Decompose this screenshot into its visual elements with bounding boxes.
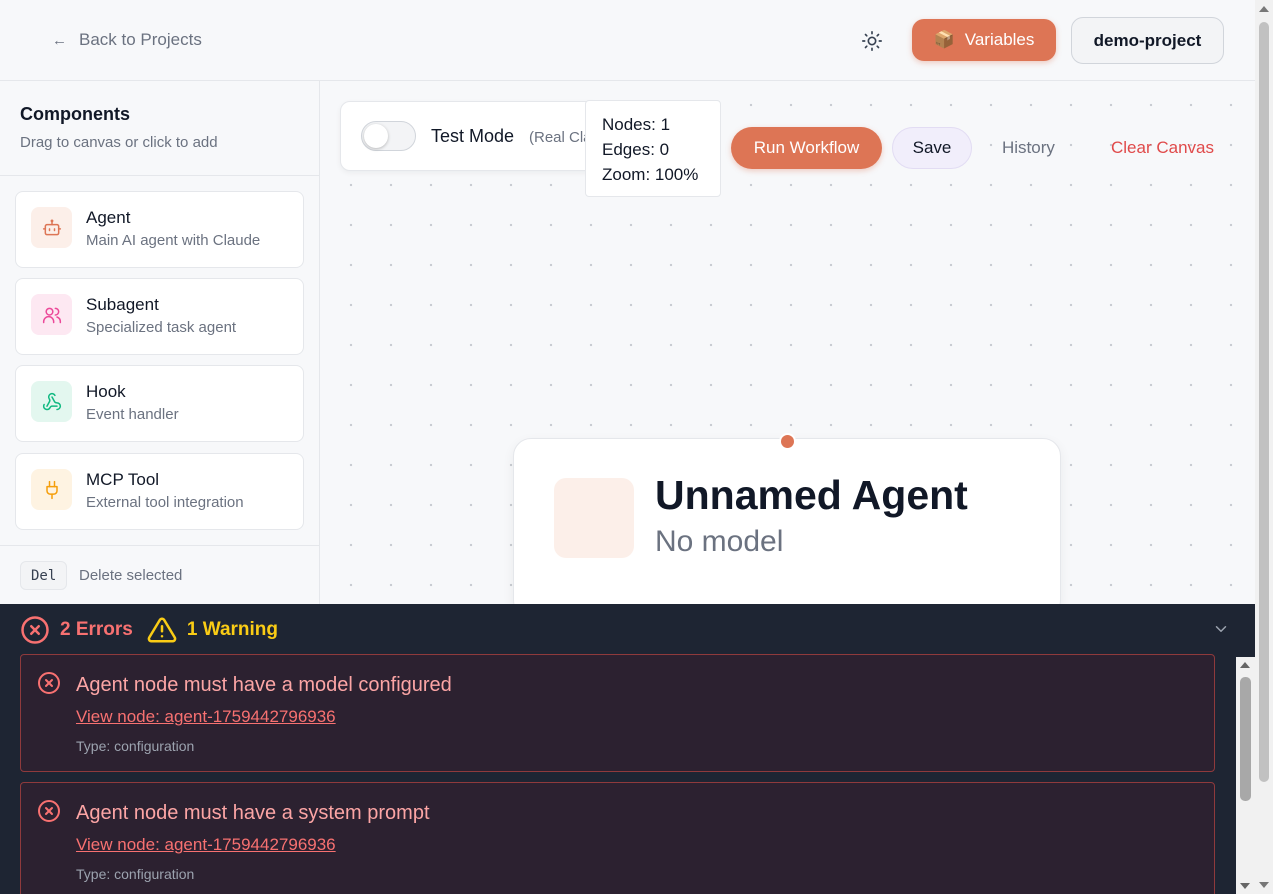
error-item: Agent node must have a model configured … [20,654,1215,772]
scroll-down-arrow-icon[interactable] [1259,882,1269,888]
error-message: Agent node must have a model configured [76,674,452,696]
theme-toggle-button[interactable] [858,27,886,55]
component-description: Event handler [86,406,179,423]
error-type: Type: configuration [76,738,195,754]
error-item: Agent node must have a system prompt Vie… [20,782,1215,894]
users-icon [31,294,72,335]
agent-node-icon [554,478,634,558]
scroll-up-arrow-icon[interactable] [1240,662,1250,668]
scroll-down-arrow-icon[interactable] [1240,883,1250,889]
sidebar-subtitle: Drag to canvas or click to add [20,134,218,151]
save-button[interactable]: Save [892,127,972,169]
view-node-link[interactable]: View node: agent-1759442796936 [76,835,336,855]
validation-panel: 2 Errors 1 Warning Agent node must have … [0,604,1255,894]
error-circle-icon [38,672,60,694]
view-node-link[interactable]: View node: agent-1759442796936 [76,707,336,727]
component-item-mcp-tool[interactable]: MCP Tool External tool integration [15,453,304,530]
component-description: Main AI agent with Claude [86,232,261,249]
errors-count: 2 Errors [60,619,133,640]
component-name: Agent [86,208,131,227]
component-item-hook[interactable]: Hook Event handler [15,365,304,442]
delete-shortcut-key: Del [20,561,68,590]
component-name: MCP Tool [86,470,160,489]
history-button[interactable]: History [1002,138,1055,158]
chevron-down-icon[interactable] [1210,620,1232,638]
nodes-count: Nodes: 1 [602,115,671,134]
scrollbar-thumb[interactable] [1259,22,1269,782]
page-scrollbar[interactable] [1255,0,1273,894]
component-description: Specialized task agent [86,319,237,336]
component-item-subagent[interactable]: Subagent Specialized task agent [15,278,304,355]
divider [0,175,319,176]
panel-scrollbar[interactable] [1236,657,1255,894]
back-label: Back to Projects [79,30,202,49]
error-message: Agent node must have a system prompt [76,802,430,824]
test-mode-toggle[interactable] [361,121,416,151]
back-to-projects-link[interactable]: ← Back to Projects [52,30,202,50]
edges-count: Edges: 0 [602,140,670,159]
project-selector-button[interactable]: demo-project [1071,17,1224,64]
error-circle-icon [21,616,49,644]
sidebar-title: Components [20,104,130,124]
validation-summary[interactable]: 2 Errors 1 Warning [20,615,278,645]
canvas-stats-panel: Nodes: 1 Edges: 0 Zoom: 100% [585,100,721,197]
bot-icon [31,207,72,248]
test-mode-subtitle: (Real Cla [529,129,592,146]
sun-icon [862,31,882,51]
variables-label: Variables [964,30,1035,49]
component-item-agent[interactable]: Agent Main AI agent with Claude [15,191,304,268]
top-bar: ← Back to Projects 📦 Variables demo-proj… [0,0,1255,81]
node-input-handle[interactable] [779,433,796,450]
error-type: Type: configuration [76,866,195,882]
test-mode-label: Test Mode [431,126,515,146]
agent-node[interactable]: Unnamed Agent No model [513,438,1061,604]
warning-triangle-icon [147,617,177,643]
node-model: No model [655,525,784,558]
delete-shortcut-description: Delete selected [79,567,183,584]
scrollbar-thumb[interactable] [1240,677,1251,801]
arrow-left-icon: ← [52,31,67,49]
component-name: Hook [86,382,126,401]
package-icon: 📦 [933,30,955,49]
divider [0,545,319,546]
clear-canvas-button[interactable]: Clear Canvas [1111,138,1214,158]
run-workflow-button[interactable]: Run Workflow [731,127,882,169]
toggle-knob [364,124,388,148]
component-name: Subagent [86,295,159,314]
variables-button[interactable]: 📦 Variables [912,19,1056,61]
scroll-up-arrow-icon[interactable] [1259,6,1269,12]
test-mode-card: Test Mode (Real Cla [340,101,602,171]
component-description: External tool integration [86,494,244,511]
workflow-canvas[interactable]: Test Mode (Real Cla Nodes: 1 Edges: 0 Zo… [320,81,1255,604]
plug-icon [31,469,72,510]
webhook-icon [31,381,72,422]
node-title: Unnamed Agent [655,472,968,518]
error-circle-icon [38,800,60,822]
warnings-count: 1 Warning [186,619,279,640]
components-sidebar: Components Drag to canvas or click to ad… [0,81,320,604]
zoom-level: Zoom: 100% [602,165,699,184]
